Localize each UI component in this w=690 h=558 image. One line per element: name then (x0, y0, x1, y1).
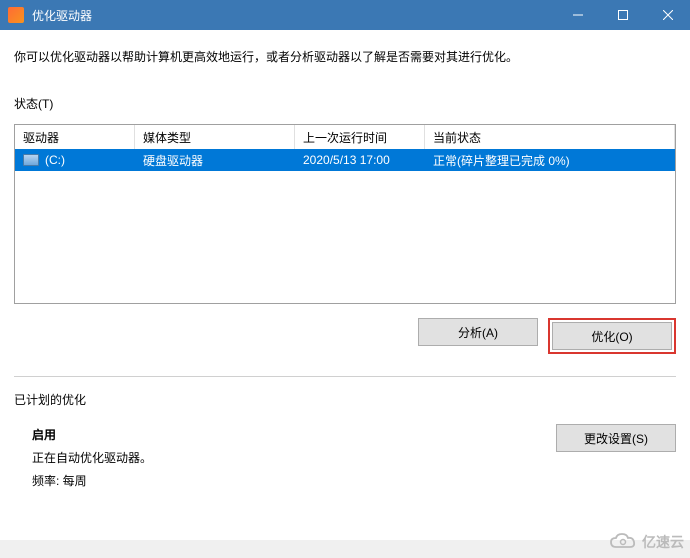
col-header-last-run[interactable]: 上一次运行时间 (295, 125, 425, 149)
optimize-highlight: 优化(O) (548, 318, 676, 354)
description-text: 你可以优化驱动器以帮助计算机更高效地运行，或者分析驱动器以了解是否需要对其进行优… (14, 48, 676, 65)
status-section-label: 状态(T) (14, 95, 676, 112)
cell-drive: (C:) (15, 149, 135, 171)
col-header-drive[interactable]: 驱动器 (15, 125, 135, 149)
minimize-icon (573, 10, 583, 20)
maximize-button[interactable] (600, 0, 645, 30)
table-header: 驱动器 媒体类型 上一次运行时间 当前状态 (15, 125, 675, 149)
divider (14, 376, 676, 377)
cell-media: 硬盘驱动器 (135, 149, 295, 171)
drive-name: (C:) (45, 153, 65, 167)
schedule-info: 启用 正在自动优化驱动器。 频率: 每周 (14, 424, 152, 492)
optimize-button[interactable]: 优化(O) (552, 322, 672, 350)
col-header-status[interactable]: 当前状态 (425, 125, 675, 149)
maximize-icon (618, 10, 628, 20)
drives-table[interactable]: 驱动器 媒体类型 上一次运行时间 当前状态 (C:) 硬盘驱动器 2020/5/… (14, 124, 676, 304)
cell-last-run: 2020/5/13 17:00 (295, 149, 425, 171)
analyze-button[interactable]: 分析(A) (418, 318, 538, 346)
watermark-text: 亿速云 (642, 532, 684, 552)
schedule-freq: 频率: 每周 (32, 470, 152, 493)
close-icon (663, 10, 673, 20)
col-header-media[interactable]: 媒体类型 (135, 125, 295, 149)
table-row[interactable]: (C:) 硬盘驱动器 2020/5/13 17:00 正常(碎片整理已完成 0%… (15, 149, 675, 171)
schedule-row: 启用 正在自动优化驱动器。 频率: 每周 更改设置(S) (14, 424, 676, 492)
drive-icon (23, 154, 39, 166)
action-button-row: 分析(A) 优化(O) (14, 318, 676, 354)
cell-status: 正常(碎片整理已完成 0%) (425, 149, 675, 171)
schedule-desc: 正在自动优化驱动器。 (32, 447, 152, 470)
app-icon (8, 7, 24, 23)
titlebar[interactable]: 优化驱动器 (0, 0, 690, 30)
content-area: 你可以优化驱动器以帮助计算机更高效地运行，或者分析驱动器以了解是否需要对其进行优… (0, 30, 690, 540)
window-title: 优化驱动器 (32, 7, 555, 24)
schedule-on-label: 启用 (32, 424, 152, 447)
cloud-icon (608, 533, 638, 551)
window: 优化驱动器 你可以优化驱动器以帮助计算机更高效地运行，或者分析驱动器以了解是否需… (0, 0, 690, 540)
schedule-section-label: 已计划的优化 (14, 391, 676, 408)
watermark: 亿速云 (608, 532, 684, 552)
window-controls (555, 0, 690, 30)
close-button[interactable] (645, 0, 690, 30)
change-settings-button[interactable]: 更改设置(S) (556, 424, 676, 452)
minimize-button[interactable] (555, 0, 600, 30)
